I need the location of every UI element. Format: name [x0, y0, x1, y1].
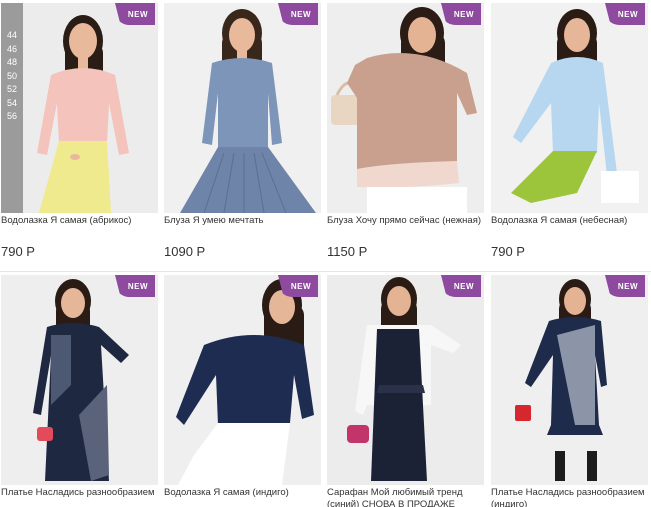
size-option[interactable]: 48 — [7, 56, 17, 70]
size-option[interactable]: 50 — [7, 70, 17, 84]
product-price: 790 Р — [1, 244, 35, 259]
size-option[interactable]: 52 — [7, 83, 17, 97]
new-badge: NEW — [605, 275, 645, 297]
product-title[interactable]: Водолазка Я самая (индиго) — [164, 487, 321, 499]
product-card[interactable]: NEW Платье Насладись разнообразием (инди… — [491, 275, 648, 507]
product-price: 790 Р — [491, 244, 525, 259]
product-title[interactable]: Блуза Я умею мечтать — [164, 215, 321, 227]
product-photo[interactable]: NEW — [491, 3, 648, 213]
size-option[interactable]: 56 — [7, 110, 17, 124]
product-card[interactable]: NEW Блуза Хочу прямо сейчас (нежная) 115… — [327, 3, 484, 259]
product-price: 1090 Р — [164, 244, 206, 259]
size-option[interactable]: 54 — [7, 97, 17, 111]
product-photo[interactable]: 44 46 48 50 52 54 56 NEW — [1, 3, 158, 213]
product-card[interactable]: NEW Платье Насладись разнообразием — [1, 275, 158, 499]
row-divider — [0, 271, 651, 272]
new-badge: NEW — [605, 3, 645, 25]
new-badge: NEW — [441, 3, 481, 25]
product-photo[interactable]: NEW — [164, 275, 321, 485]
product-photo[interactable]: NEW — [1, 275, 158, 485]
product-card[interactable]: NEW Сарафан Мой любимый тренд (синий) СН… — [327, 275, 484, 507]
new-badge: NEW — [278, 275, 318, 297]
product-title[interactable]: Платье Насладись разнообразием — [1, 487, 158, 499]
product-title[interactable]: Водолазка Я самая (небесная) — [491, 215, 648, 227]
size-option[interactable]: 44 — [7, 29, 17, 43]
product-photo[interactable]: NEW — [327, 275, 484, 485]
new-badge: NEW — [115, 275, 155, 297]
product-title[interactable]: Блуза Хочу прямо сейчас (нежная) — [327, 215, 484, 227]
new-badge: NEW — [115, 3, 155, 25]
product-photo[interactable]: NEW — [327, 3, 484, 213]
product-card[interactable]: NEW Водолазка Я самая (индиго) — [164, 275, 321, 499]
product-grid: 44 46 48 50 52 54 56 NEW Водолазка Я сам… — [0, 0, 651, 507]
product-card[interactable]: NEW Водолазка Я самая (небесная) 790 Р — [491, 3, 648, 259]
product-title[interactable]: Платье Насладись разнообразием (индиго) — [491, 487, 648, 507]
product-card[interactable]: 44 46 48 50 52 54 56 NEW Водолазка Я сам… — [1, 3, 158, 259]
size-list: 44 46 48 50 52 54 56 — [1, 3, 23, 213]
size-option[interactable]: 46 — [7, 43, 17, 57]
product-title[interactable]: Водолазка Я самая (абрикос) — [1, 215, 158, 227]
product-price: 1150 Р — [327, 244, 368, 259]
new-badge: NEW — [441, 275, 481, 297]
product-photo[interactable]: NEW — [491, 275, 648, 485]
new-badge: NEW — [278, 3, 318, 25]
product-card[interactable]: NEW Блуза Я умею мечтать 1090 Р — [164, 3, 321, 259]
product-title[interactable]: Сарафан Мой любимый тренд (синий) СНОВА … — [327, 487, 484, 507]
product-photo[interactable]: NEW — [164, 3, 321, 213]
